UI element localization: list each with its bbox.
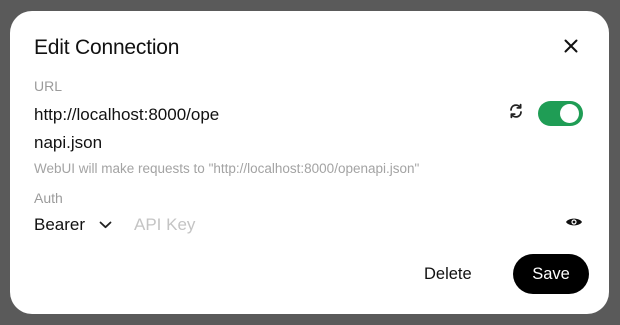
refresh-icon xyxy=(508,103,524,124)
connection-enabled-toggle[interactable] xyxy=(538,101,583,126)
url-label: URL xyxy=(34,78,63,94)
auth-label: Auth xyxy=(34,190,63,206)
edit-connection-dialog: Edit Connection URL http://localhost:800… xyxy=(10,11,609,314)
chevron-down-icon xyxy=(99,221,112,229)
verify-connection-button[interactable] xyxy=(507,103,525,124)
save-button[interactable]: Save xyxy=(513,254,589,294)
delete-button[interactable]: Delete xyxy=(424,260,472,288)
auth-type-select[interactable]: Bearer xyxy=(34,214,112,236)
api-key-input[interactable] xyxy=(134,212,524,238)
eye-icon xyxy=(565,215,583,233)
close-icon xyxy=(564,39,578,58)
show-api-key-button[interactable] xyxy=(564,215,584,233)
toggle-knob xyxy=(560,104,579,123)
url-input[interactable]: http://localhost:8000/openapi.json xyxy=(34,101,224,157)
auth-type-value: Bearer xyxy=(34,215,86,234)
dialog-title: Edit Connection xyxy=(34,36,180,59)
close-button[interactable] xyxy=(560,37,582,59)
url-helper-text: WebUI will make requests to "http://loca… xyxy=(34,161,420,176)
